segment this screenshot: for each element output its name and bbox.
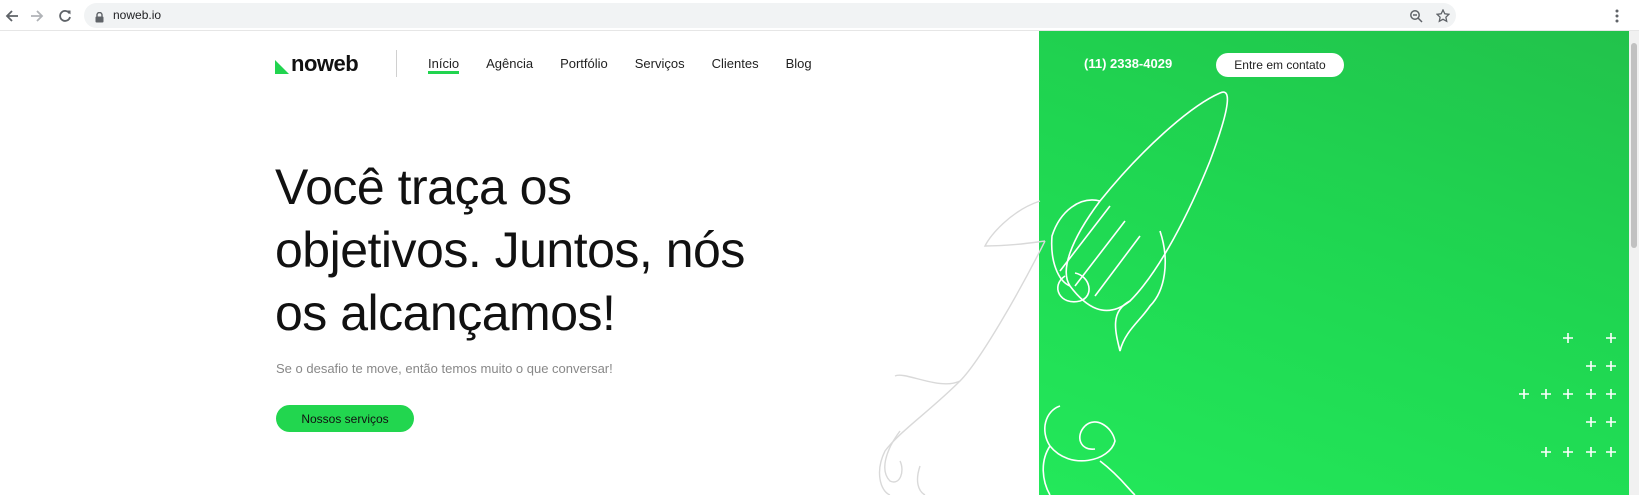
nav-item-agencia[interactable]: Agência (486, 56, 533, 71)
address-bar[interactable]: noweb.io (84, 3, 1456, 28)
url-text: noweb.io (113, 8, 162, 22)
menu-dots-icon[interactable] (1612, 6, 1622, 26)
phone-number[interactable]: (11) 2338-4029 (1084, 56, 1172, 71)
hero-title-line-1: Você traça os (275, 159, 572, 215)
nav-item-clientes[interactable]: Clientes (712, 56, 759, 71)
logo-text: noweb (291, 51, 359, 76)
nav-item-portfolio[interactable]: Portfólio (560, 56, 608, 71)
back-arrow-icon[interactable] (1, 5, 23, 27)
brand-logo[interactable]: noweb (275, 51, 359, 77)
zoom-icon[interactable] (1407, 7, 1425, 25)
nav-item-blog[interactable]: Blog (786, 56, 812, 71)
logo-divider (396, 50, 397, 77)
hero-green-panel (1039, 31, 1639, 495)
star-icon[interactable] (1434, 7, 1452, 25)
hero-title-line-3: os alcançamos! (275, 285, 616, 341)
browser-toolbar: noweb.io (0, 0, 1639, 31)
lock-icon (95, 10, 104, 28)
page-scrollbar[interactable] (1629, 31, 1639, 495)
contact-button[interactable]: Entre em contato (1216, 53, 1344, 77)
services-button[interactable]: Nossos serviços (276, 405, 414, 432)
reload-icon[interactable] (54, 5, 76, 27)
nav-item-servicos[interactable]: Serviços (635, 56, 685, 71)
nav-item-inicio[interactable]: Início (428, 56, 460, 74)
main-nav: Início Agência Portfólio Serviços Client… (428, 56, 839, 74)
hero-title-line-2: objetivos. Juntos, nós (275, 222, 745, 278)
forward-arrow-icon[interactable] (26, 5, 48, 27)
hero-subtitle: Se o desafio te move, então temos muito … (276, 361, 613, 376)
hero-title: Você traça os objetivos. Juntos, nós os … (275, 156, 895, 345)
page-content: noweb Início Agência Portfólio Serviços … (0, 31, 1639, 495)
scrollbar-thumb[interactable] (1631, 43, 1637, 248)
logo-mark-icon (275, 60, 289, 74)
